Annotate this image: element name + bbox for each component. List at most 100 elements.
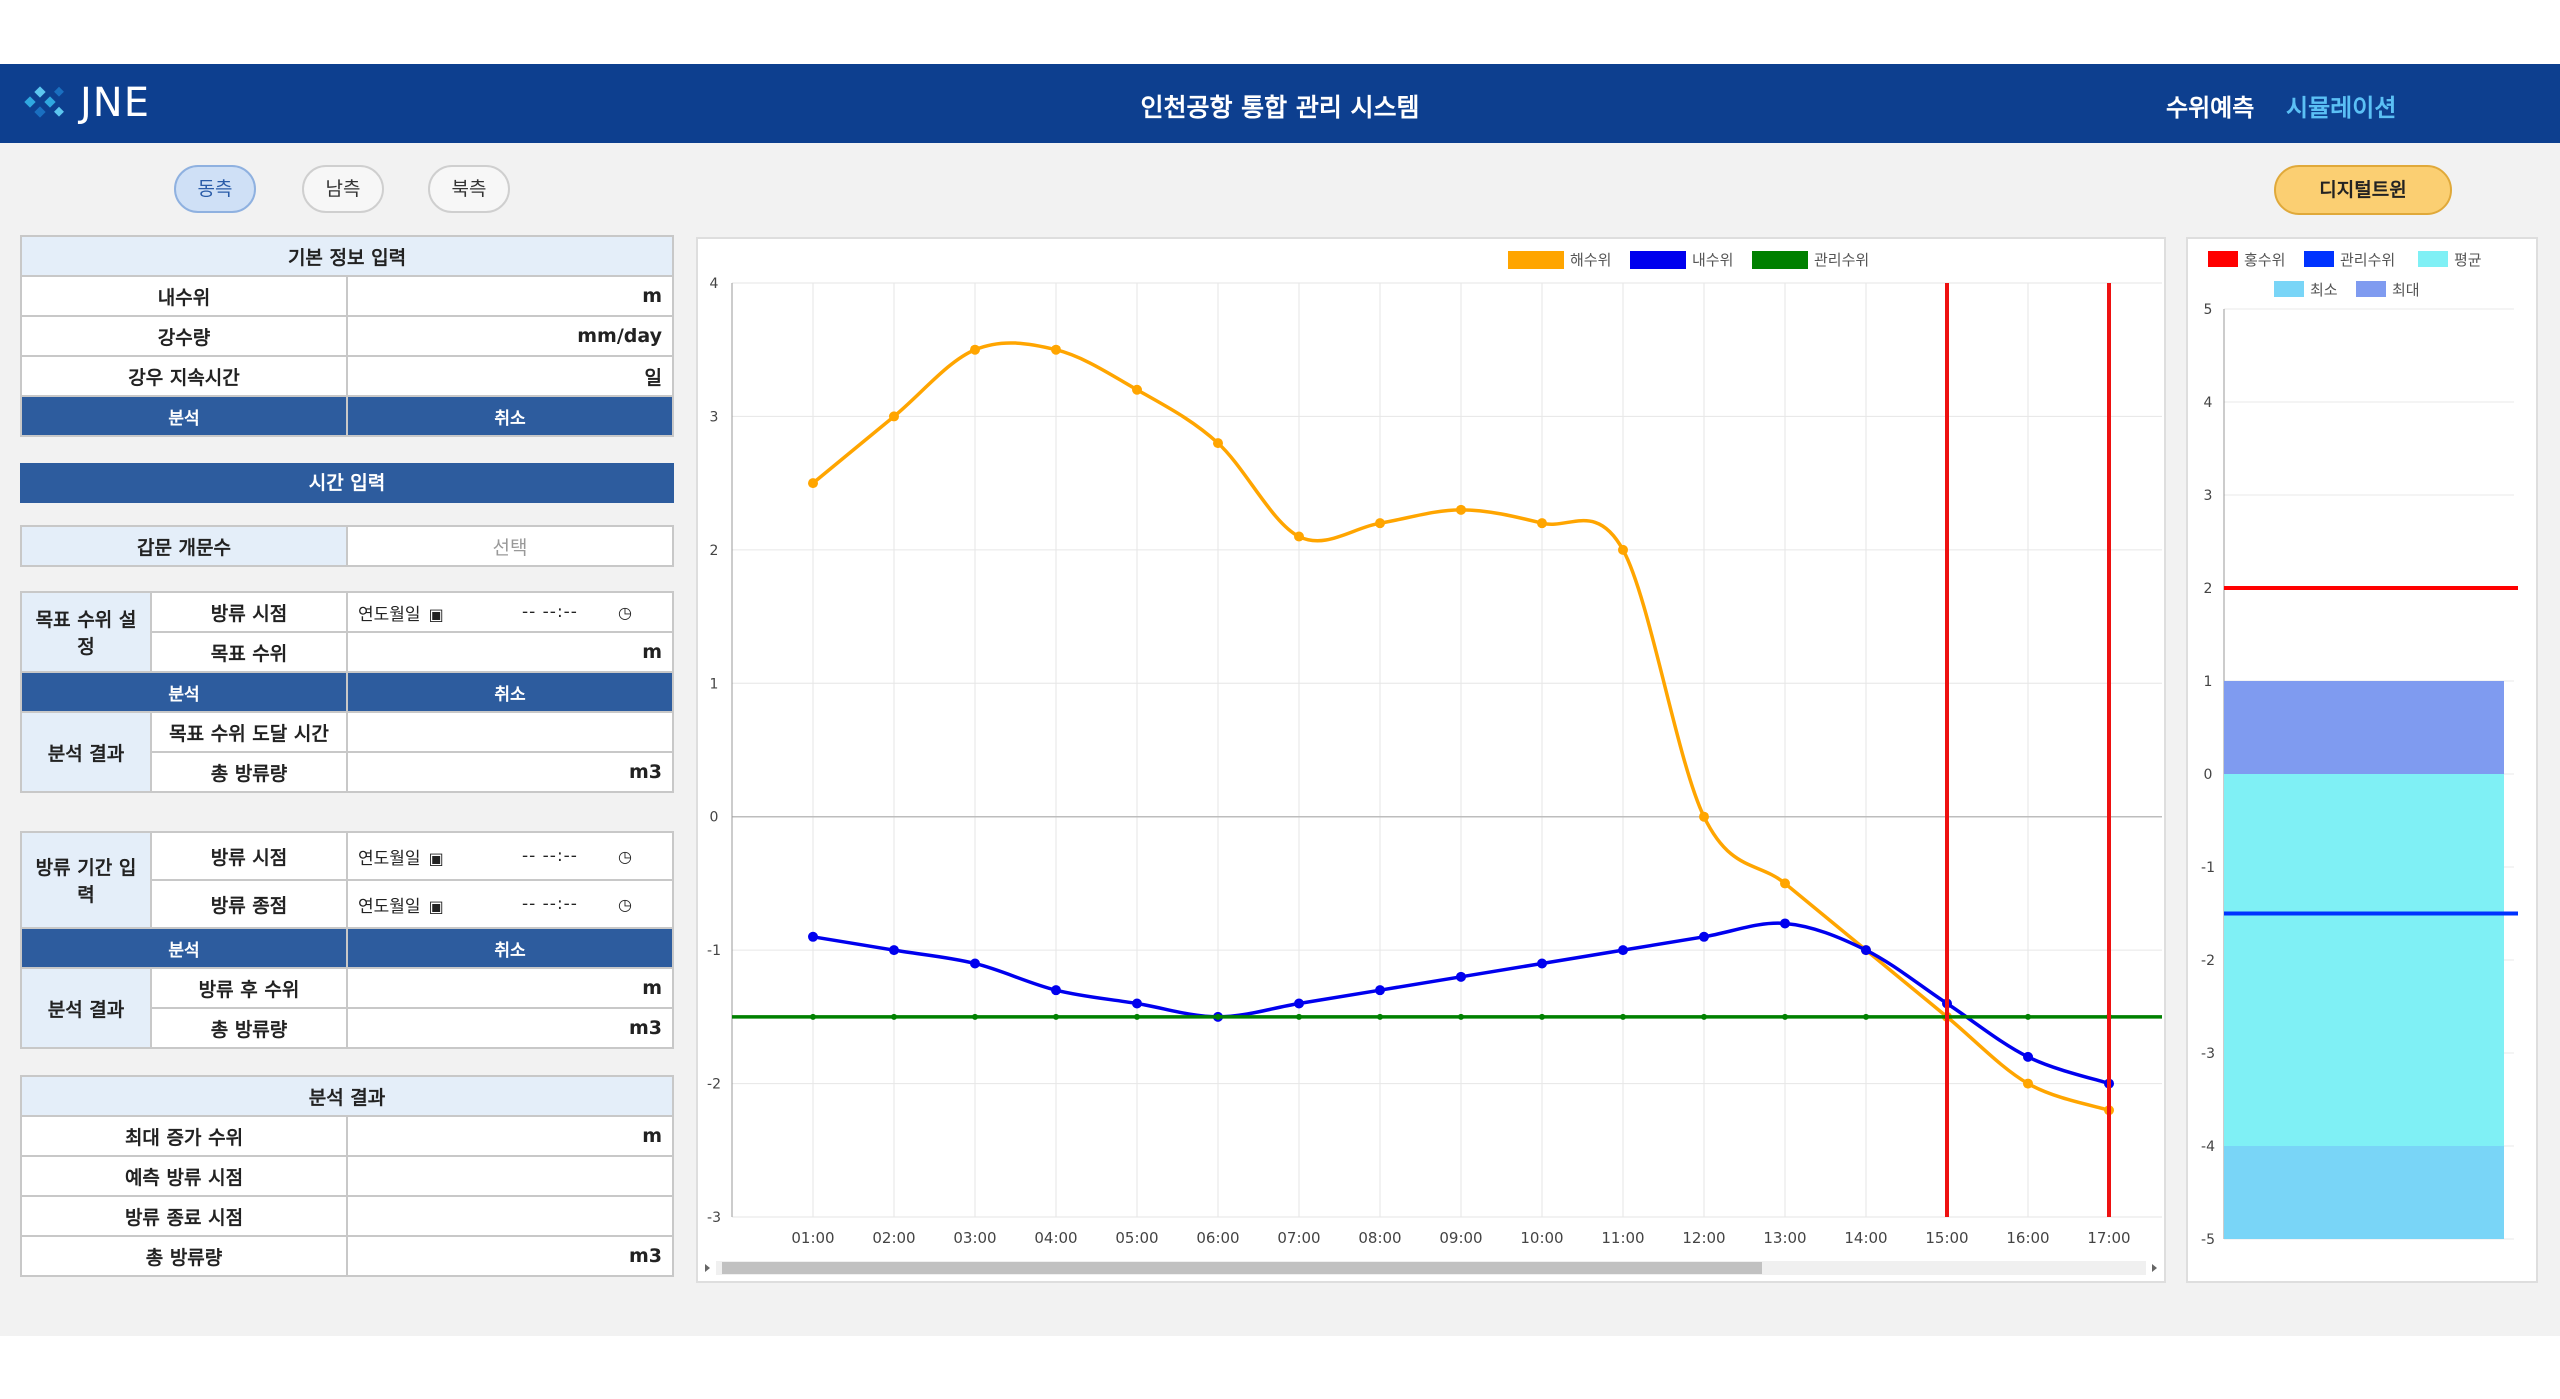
sea-level-point xyxy=(1132,384,1142,395)
reach-time-label: 목표 수위 도달 시간 xyxy=(150,711,348,753)
x-tick-label: 17:00 xyxy=(2087,1229,2130,1247)
sea-level-point xyxy=(1213,438,1223,449)
tab-north[interactable]: 북측 xyxy=(428,165,510,213)
rainfall-label: 강수량 xyxy=(20,315,348,357)
period-table: 방류 기간 입력 방류 시점 연도월일 ▣ -- --:-- ◷ 방류 종점 연도… xyxy=(20,831,674,1049)
period-end-label: 방류 종점 xyxy=(150,879,348,929)
sea-level-point xyxy=(1294,531,1304,542)
inner-level-point xyxy=(889,945,899,956)
level-range-chart-panel: 5 4 3 2 1 0 -1 -2 -3 -4 -5 홍수위 관리수위 평균 최소 최대 xyxy=(2186,237,2538,1283)
discharge-end-value xyxy=(346,1195,674,1237)
bottom-blank-strip xyxy=(0,1336,2560,1399)
x-tick-label: 09:00 xyxy=(1439,1229,1482,1247)
nav-simulation[interactable]: 시뮬레이션 xyxy=(2286,88,2396,123)
scroll-right-arrow-icon[interactable] xyxy=(2152,1264,2157,1272)
basic-info-table: 기본 정보 입력 내수위 m 강수량 mm/day 강우 지속시간 일 분석 취… xyxy=(20,235,674,437)
y-tick-label: 1 xyxy=(710,676,719,692)
inner-level-point xyxy=(1294,998,1304,1009)
management-level-point xyxy=(1377,1013,1383,1020)
after-level-value: m xyxy=(346,967,674,1009)
period-end-datetime[interactable]: 연도월일 ▣ -- --:-- ◷ xyxy=(346,879,674,929)
x-tick-label: 06:00 xyxy=(1196,1229,1239,1247)
period-end-time[interactable]: -- --:-- xyxy=(522,894,578,914)
water-level-chart-panel: 4 3 2 1 0 -1 -2 -3 01:00 02:00 03:00 04:00 05:00 06:0… xyxy=(696,237,2166,1283)
y-tick-label: -2 xyxy=(2201,953,2215,969)
period-cancel-button[interactable]: 취소 xyxy=(346,927,674,969)
inner-level-input[interactable]: m xyxy=(346,275,674,317)
management-level-point xyxy=(1134,1013,1140,1020)
calendar-icon[interactable]: ▣ xyxy=(429,605,444,624)
y-tick-label: 5 xyxy=(2204,302,2213,318)
gate-table: 갑문 개문수 선택 xyxy=(20,525,674,567)
y-tick-label: 4 xyxy=(710,276,719,292)
min-band xyxy=(2224,1146,2504,1239)
rain-duration-input[interactable]: 일 xyxy=(346,355,674,397)
tab-south[interactable]: 남측 xyxy=(302,165,384,213)
clock-icon[interactable]: ◷ xyxy=(618,603,632,622)
y-tick-label: 0 xyxy=(2204,767,2213,783)
x-tick-label: 04:00 xyxy=(1034,1229,1077,1247)
target-cancel-button[interactable]: 취소 xyxy=(346,671,674,713)
sea-level-point xyxy=(1537,518,1547,529)
sea-level-point xyxy=(2023,1078,2033,1089)
legend-flood-level-swatch xyxy=(2208,251,2238,267)
management-level-point xyxy=(891,1013,897,1020)
tab-east[interactable]: 동측 xyxy=(174,165,256,213)
inner-level-point xyxy=(1780,918,1790,929)
x-tick-label: 12:00 xyxy=(1682,1229,1725,1247)
target-level-input[interactable]: m xyxy=(346,631,674,673)
nav-water-level-forecast[interactable]: 수위예측 xyxy=(2166,88,2254,123)
y-tick-label: -2 xyxy=(707,1077,721,1093)
sea-level-point xyxy=(1375,518,1385,529)
target-group-label: 목표 수위 설정 xyxy=(20,591,152,673)
target-analyze-button[interactable]: 분석 xyxy=(20,671,348,713)
legend-management-level-label: 관리수위 xyxy=(2340,251,2395,269)
period-end-date[interactable]: 연도월일 xyxy=(358,897,421,917)
predicted-start-value xyxy=(346,1155,674,1197)
gate-count-select[interactable]: 선택 xyxy=(346,525,674,567)
management-level-point xyxy=(1458,1013,1464,1020)
basic-cancel-button[interactable]: 취소 xyxy=(346,395,674,437)
x-tick-label: 11:00 xyxy=(1601,1229,1644,1247)
management-level-point xyxy=(1620,1013,1626,1020)
management-level-point xyxy=(1782,1013,1788,1020)
app-header: JNE 인천공항 통합 관리 시스템 수위예측 시뮬레이션 xyxy=(0,64,2560,143)
period-start-date[interactable]: 연도월일 xyxy=(358,849,421,869)
sea-level-point xyxy=(1699,811,1709,822)
horizontal-scrollbar-thumb[interactable] xyxy=(722,1262,1762,1274)
x-tick-label: 02:00 xyxy=(872,1229,915,1247)
legend-management-level-swatch xyxy=(2304,251,2334,267)
sea-level-point xyxy=(970,344,980,355)
scroll-left-arrow-icon[interactable] xyxy=(705,1264,710,1272)
rainfall-input[interactable]: mm/day xyxy=(346,315,674,357)
management-level-point xyxy=(1296,1013,1302,1020)
calendar-icon[interactable]: ▣ xyxy=(429,897,444,916)
clock-icon[interactable]: ◷ xyxy=(618,847,632,866)
calendar-icon[interactable]: ▣ xyxy=(429,849,444,868)
digital-twin-button[interactable]: 디지털트윈 xyxy=(2274,165,2452,215)
target-start-date[interactable]: 연도월일 xyxy=(358,605,421,625)
management-level-point xyxy=(1863,1013,1869,1020)
period-analyze-button[interactable]: 분석 xyxy=(20,927,348,969)
period-start-time[interactable]: -- --:-- xyxy=(522,846,578,866)
final-total-label: 총 방류량 xyxy=(20,1235,348,1277)
y-tick-label: 2 xyxy=(710,543,719,559)
top-blank-strip xyxy=(0,0,2560,64)
management-level-point xyxy=(1701,1013,1707,1020)
sea-level-point xyxy=(889,411,899,422)
inner-level-point xyxy=(970,958,980,969)
legend-max-label: 최대 xyxy=(2392,281,2420,299)
period-start-datetime[interactable]: 연도월일 ▣ -- --:-- ◷ xyxy=(346,831,674,881)
x-tick-label: 08:00 xyxy=(1358,1229,1401,1247)
sea-level-point xyxy=(1780,878,1790,889)
management-level-point xyxy=(1053,1013,1059,1020)
final-total-value: m3 xyxy=(346,1235,674,1277)
clock-icon[interactable]: ◷ xyxy=(618,895,632,914)
basic-analyze-button[interactable]: 분석 xyxy=(20,395,348,437)
target-start-time[interactable]: -- --:-- xyxy=(522,602,578,622)
target-result-group-label: 분석 결과 xyxy=(20,711,152,793)
x-tick-label: 14:00 xyxy=(1844,1229,1887,1247)
period-total-value: m3 xyxy=(346,1007,674,1049)
y-tick-label: -3 xyxy=(707,1210,721,1226)
target-start-datetime[interactable]: 연도월일 ▣ -- --:-- ◷ xyxy=(346,591,674,633)
